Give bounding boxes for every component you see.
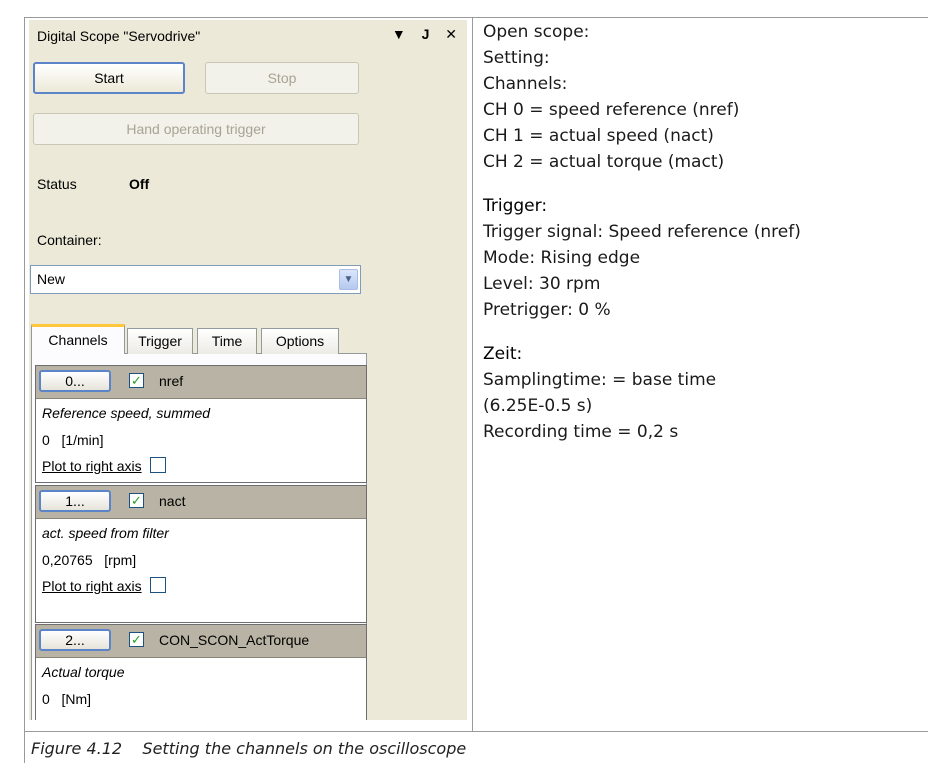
channel-enable-checkbox[interactable]: ✓: [129, 632, 144, 647]
channel-description: act. speed from filter: [42, 525, 169, 541]
note-line: Open scope:: [483, 22, 590, 42]
start-button[interactable]: Start: [33, 62, 185, 94]
channel-description: Actual torque: [42, 664, 125, 680]
channel-card-2: 2... ✓ CON_SCON_ActTorque Actual torque …: [35, 624, 367, 720]
container-label: Container:: [37, 232, 102, 248]
note-line: CH 2 = actual torque (mact): [483, 152, 725, 172]
plot-right-axis-label: Plot to right axis: [42, 458, 142, 474]
plot-right-axis-checkbox[interactable]: [149, 457, 166, 473]
dropdown-icon[interactable]: ▼: [392, 26, 406, 42]
channel-card-0: 0... ✓ nref Reference speed, summed 0 [1…: [35, 365, 367, 483]
channel-header: 2... ✓ CON_SCON_ActTorque: [36, 625, 366, 658]
channel-header: 0... ✓ nref: [36, 366, 366, 399]
channel-enable-checkbox[interactable]: ✓: [129, 373, 144, 388]
plot-right-axis-label: Plot to right axis: [42, 578, 142, 594]
note-line: Samplingtime: = base time: [483, 370, 717, 390]
channel-header: 1... ✓ nact: [36, 486, 366, 519]
plot-right-axis-option[interactable]: Plot to right axis: [42, 577, 166, 594]
container-select[interactable]: New ▼: [30, 265, 361, 294]
status-label: Status: [37, 176, 77, 192]
tab-trigger[interactable]: Trigger: [127, 328, 193, 354]
channel-value: 0,20765 [rpm]: [42, 552, 137, 568]
row-divider: [24, 731, 928, 732]
note-line: Recording time = 0,2 s: [483, 422, 679, 442]
channel-config-button[interactable]: 0...: [39, 370, 111, 392]
note-line: Pretrigger: 0 %: [483, 300, 611, 320]
title-buttons: ▼ J ✕: [380, 26, 457, 43]
channel-name: nref: [159, 373, 184, 389]
chevron-down-icon[interactable]: ▼: [339, 269, 358, 290]
channel-card-1: 1... ✓ nact act. speed from filter 0,207…: [35, 485, 367, 623]
note-line: Level: 30 rpm: [483, 274, 601, 294]
note-line: CH 1 = actual speed (nact): [483, 126, 714, 146]
note-line: Mode: Rising edge: [483, 248, 641, 268]
note-line: CH 0 = speed reference (nref): [483, 100, 740, 120]
channel-name: nact: [159, 493, 186, 509]
figure-caption: Figure 4.12 Setting the channels on the …: [31, 739, 467, 758]
hand-trigger-button[interactable]: Hand operating trigger: [33, 113, 359, 145]
note-line: Setting:: [483, 48, 550, 68]
tab-channels[interactable]: Channels: [31, 324, 125, 354]
channel-name: CON_SCON_ActTorque: [159, 632, 310, 648]
status-value: Off: [129, 176, 150, 192]
tab-time[interactable]: Time: [197, 328, 257, 354]
caption-border: [24, 731, 25, 763]
channel-value: 0 [1/min]: [42, 432, 104, 448]
panel-title: Digital Scope "Servodrive": [37, 28, 201, 44]
stop-button[interactable]: Stop: [205, 62, 359, 94]
digital-scope-panel: Digital Scope "Servodrive" ▼ J ✕ Start S…: [29, 20, 467, 720]
plot-right-axis-checkbox[interactable]: [149, 577, 166, 593]
close-icon[interactable]: ✕: [445, 26, 457, 43]
channel-enable-checkbox[interactable]: ✓: [129, 493, 144, 508]
container-select-value: New: [37, 271, 66, 287]
note-line: (6.25E-0.5 s): [483, 396, 593, 416]
trigger-heading: Trigger:: [483, 196, 548, 216]
pin-icon[interactable]: J: [422, 26, 430, 42]
channel-config-button[interactable]: 2...: [39, 629, 111, 651]
time-heading: Zeit:: [483, 344, 523, 364]
note-line: Trigger signal: Speed reference (nref): [483, 222, 801, 242]
channel-value: 0 [Nm]: [42, 691, 92, 707]
tab-options[interactable]: Options: [261, 328, 339, 354]
channel-description: Reference speed, summed: [42, 405, 211, 421]
channel-config-button[interactable]: 1...: [39, 490, 111, 512]
column-divider: [472, 17, 473, 732]
note-line: Channels:: [483, 74, 568, 94]
plot-right-axis-option[interactable]: Plot to right axis: [42, 457, 166, 474]
